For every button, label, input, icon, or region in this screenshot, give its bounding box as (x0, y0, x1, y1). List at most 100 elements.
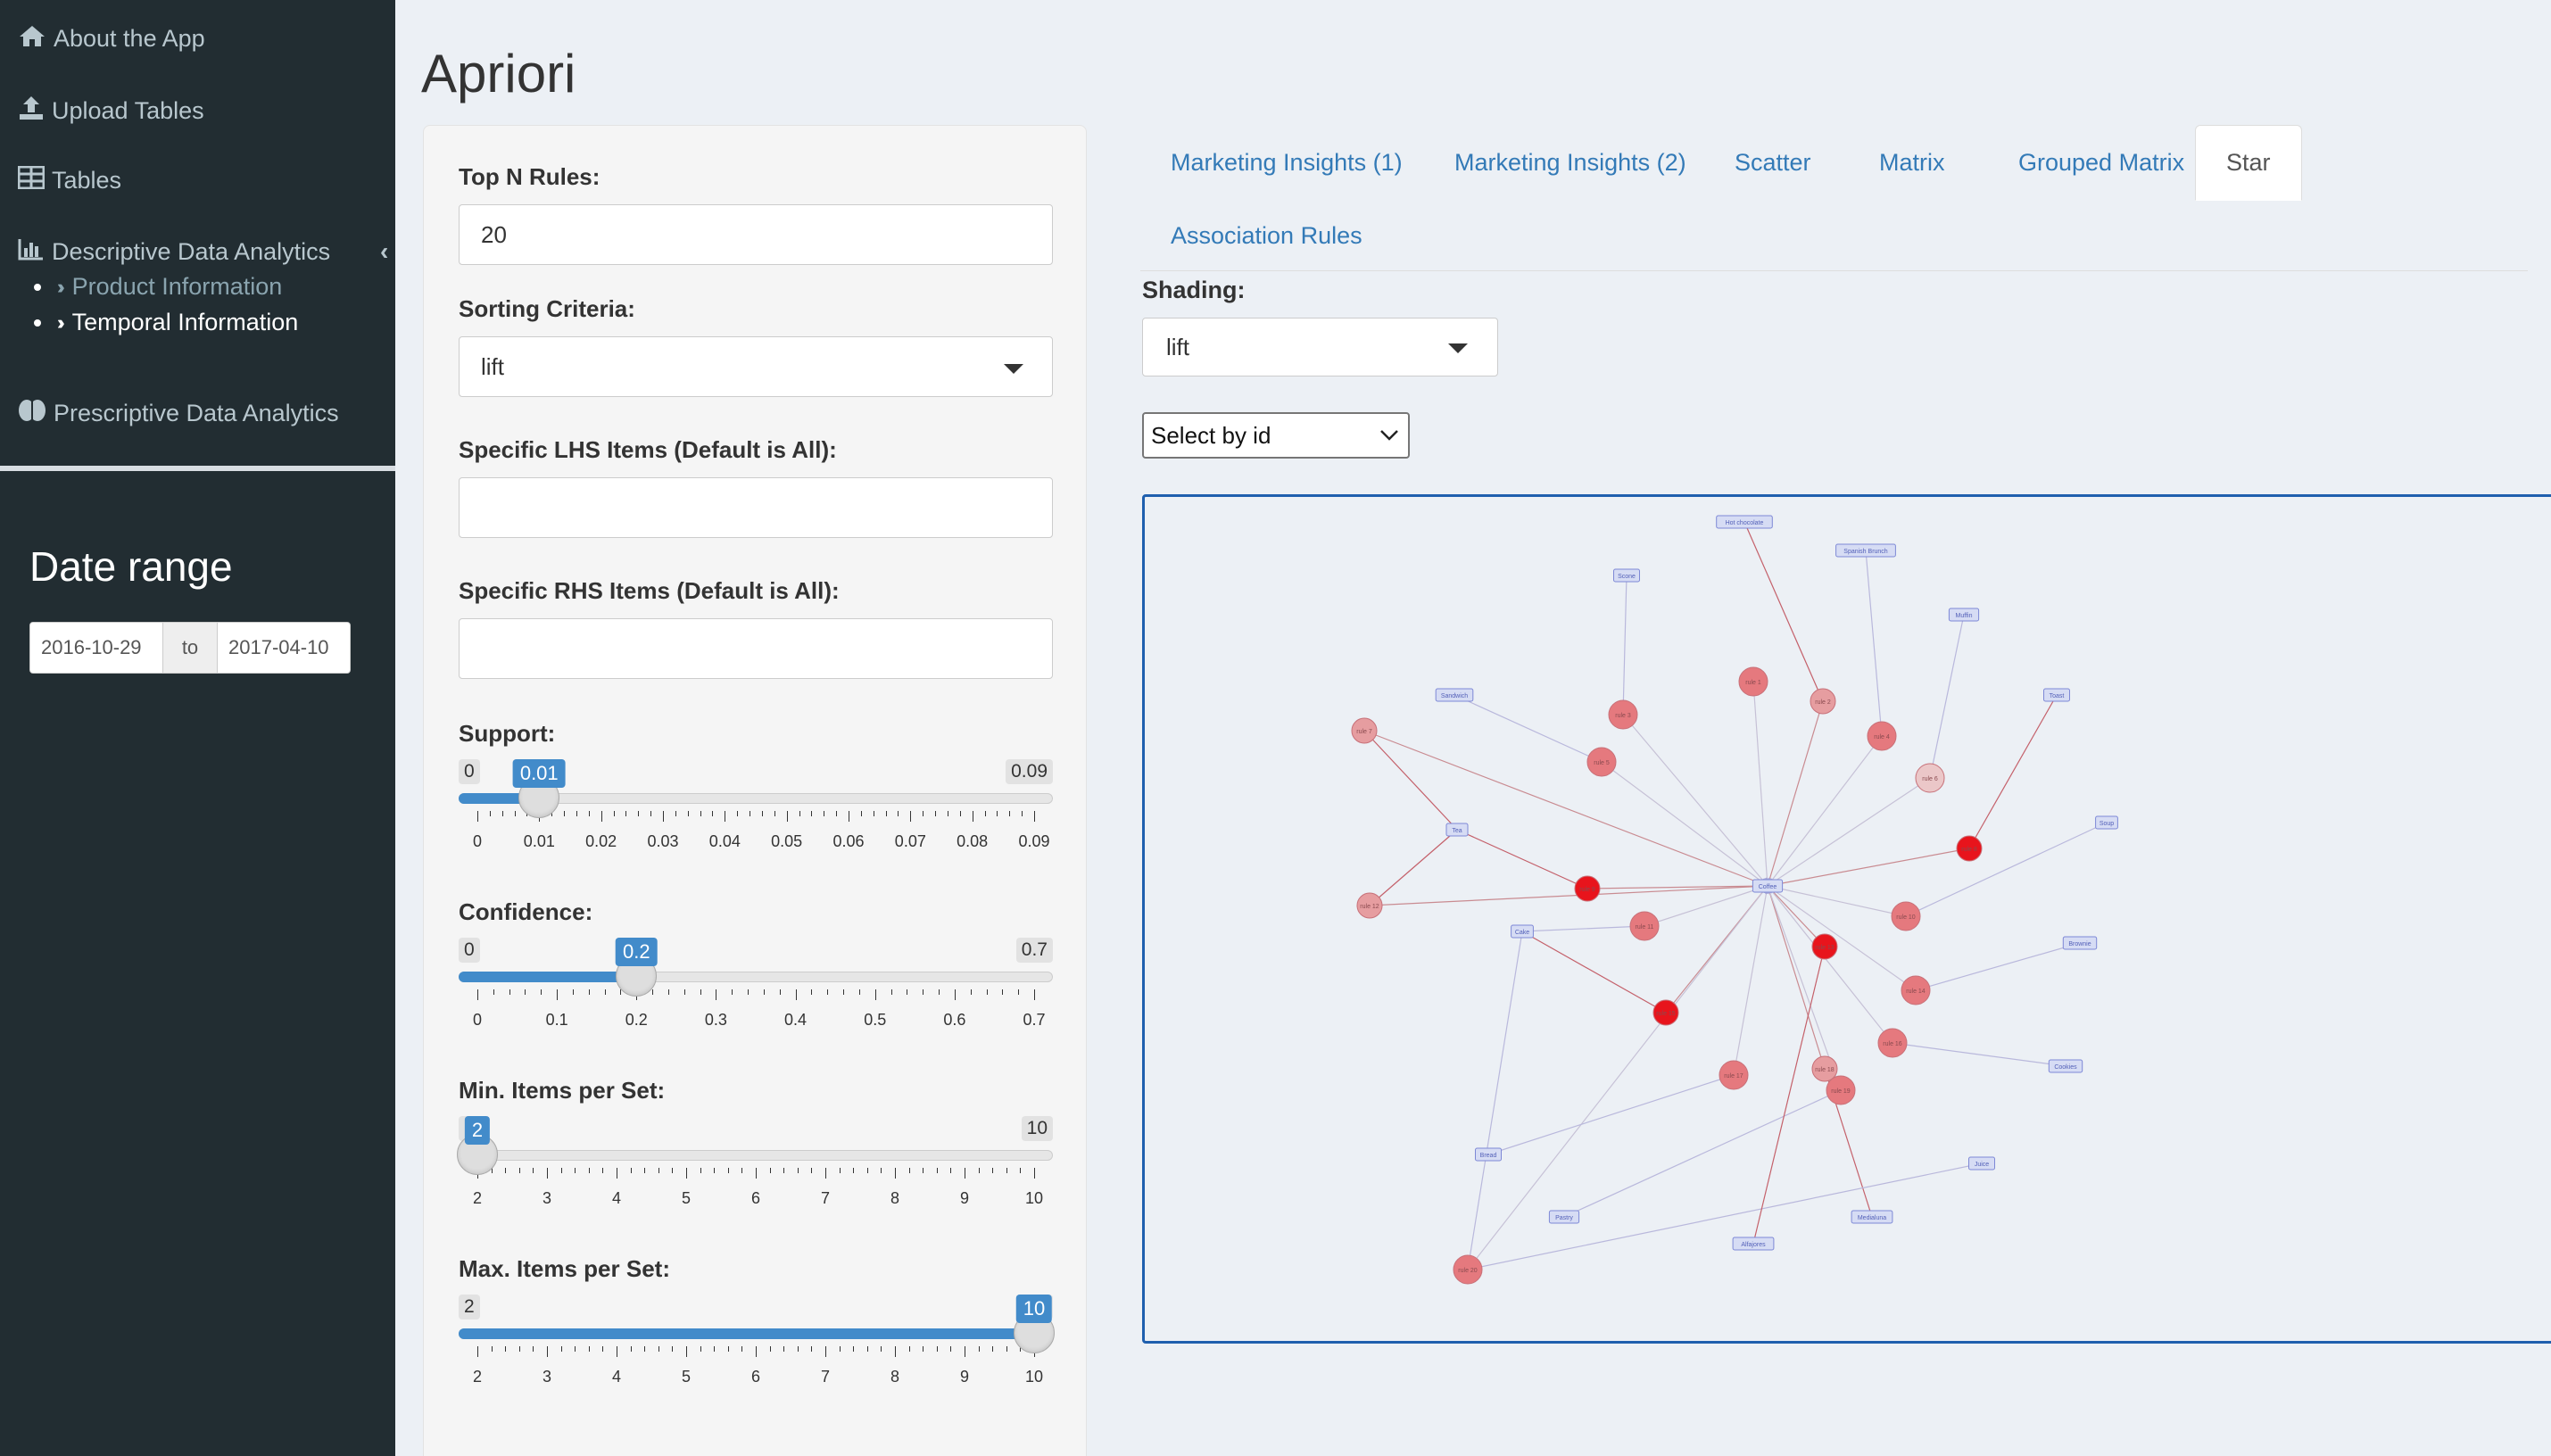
slider-minor-tick (1020, 1168, 1022, 1173)
slider-tick (825, 1346, 826, 1357)
slider-minor-tick (860, 811, 862, 816)
graph-edge[interactable] (1767, 735, 1883, 887)
sidebar-item-prescriptive[interactable]: Prescriptive Data Analytics (18, 398, 339, 429)
network-graph[interactable]: rule 1 rule 2 rule 3 rule 4 rule 5 rule 6 rule… (1142, 494, 2551, 1344)
sidebar-item-upload[interactable]: Upload Tables (18, 95, 204, 128)
graph-edge[interactable] (1619, 575, 1628, 716)
tab-association-rules[interactable]: Association Rules (1140, 198, 1393, 273)
tab-grouped-matrix[interactable]: Grouped Matrix (1988, 125, 2215, 200)
sidebar-subitem-product[interactable]: ›› Product Information (34, 273, 282, 301)
slider-minor-tick (672, 1168, 674, 1173)
graph-edge[interactable] (1865, 550, 1886, 738)
slider-minor-tick (866, 1168, 868, 1173)
slider-max-label: 0.09 (1006, 759, 1053, 784)
slider-minor-tick (811, 1168, 813, 1173)
slider-tick-label: 0.04 (708, 832, 741, 850)
slider-minor-tick (992, 1346, 994, 1352)
rule-node-label: rule 13 (1815, 945, 1835, 951)
item-node-label: Juice (1975, 1162, 1989, 1168)
min-items-slider[interactable]: 21023456789102 (457, 1116, 1053, 1241)
rule-node-label: rule 16 (1883, 1041, 1902, 1047)
graph-edge[interactable] (1563, 1089, 1843, 1218)
start-date-input[interactable] (30, 623, 162, 673)
tab-marketing-insights-1[interactable]: Marketing Insights (1) (1140, 125, 1433, 200)
lhs-input[interactable] (459, 477, 1053, 538)
slider-minor-tick (644, 1346, 646, 1352)
slider-track[interactable] (459, 1150, 1053, 1161)
rhs-input[interactable] (459, 618, 1053, 679)
sidebar-item-tables[interactable]: Tables (17, 165, 121, 195)
graph-edge[interactable] (1766, 848, 1970, 889)
graph-edge[interactable] (1454, 694, 1603, 763)
max-items-slider[interactable]: 210234567891010 (459, 1295, 1055, 1419)
slider-minor-tick (541, 989, 543, 995)
bullet-icon (34, 283, 41, 291)
support-slider[interactable]: 0 0.09 0 0.01 0.02 0.03 0.04 0.05 0.06 0.07 0.08 0.… (459, 759, 1053, 884)
slider-tick-label: 0.1 (545, 1011, 568, 1029)
graph-edge[interactable] (1369, 829, 1458, 906)
table-icon (17, 165, 52, 195)
item-node-label: Cake (1515, 930, 1529, 936)
sidebar-item-descriptive[interactable]: Descriptive Data Analytics (18, 237, 330, 267)
graph-edge[interactable] (1765, 700, 1824, 888)
slider-tick-label: 0.09 (1018, 832, 1050, 850)
sidebar-item-about[interactable]: About the App (18, 23, 205, 54)
slider-minor-tick (839, 1346, 841, 1352)
network-graph-canvas[interactable]: rule 1 rule 2 rule 3 rule 4 rule 5 rule 6 rule… (1145, 497, 2551, 1344)
rule-node-label: rule 12 (1360, 904, 1379, 910)
graph-edge[interactable] (1644, 884, 1769, 927)
shading-select[interactable]: lift (1142, 318, 1498, 376)
confidence-slider[interactable]: 0 0.7 0 0.1 0.2 0.3 0.4 0.5 0.6 0.7 0.2 (459, 938, 1053, 1063)
graph-edge[interactable] (1622, 714, 1768, 887)
graph-edge[interactable] (1456, 829, 1589, 889)
graph-edge[interactable] (1927, 614, 1965, 780)
graph-edge[interactable] (1767, 777, 1931, 887)
graph-edge[interactable] (1914, 942, 2081, 993)
tab-scatter[interactable]: Scatter (1704, 125, 1842, 200)
chevron-left-icon[interactable]: ‹ (380, 237, 388, 266)
tab-matrix[interactable]: Matrix (1849, 125, 1975, 200)
slider-minor-tick (1022, 811, 1023, 816)
rule-node-label: rule 20 (1458, 1268, 1478, 1274)
rule-node-label: rule 9 (1579, 887, 1595, 893)
graph-edge[interactable] (1521, 931, 1668, 1013)
slider-minor-tick (997, 811, 998, 816)
slider-tick-label: 10 (1024, 1368, 1044, 1386)
graph-edge[interactable] (1904, 822, 2108, 917)
graph-edge[interactable] (1464, 931, 1523, 1271)
top-n-input[interactable] (459, 204, 1053, 265)
graph-edge[interactable] (1521, 922, 1646, 932)
slider-minor-tick (898, 811, 899, 816)
slider-minor-tick (992, 1168, 994, 1173)
graph-edge[interactable] (1891, 1039, 2066, 1067)
graph-edge[interactable] (1752, 945, 1827, 1245)
slider-tick-label: 3 (542, 1189, 552, 1207)
graph-edge[interactable] (1601, 761, 1768, 887)
graph-edge[interactable] (1765, 884, 1826, 1070)
end-date-input[interactable] (218, 623, 350, 673)
slider-minor-tick (575, 1168, 576, 1173)
slider-minor-tick (769, 1346, 771, 1352)
graph-edge[interactable] (1363, 730, 1769, 888)
graph-edge[interactable] (1466, 1162, 1983, 1273)
date-range-input: to (29, 622, 351, 674)
graph-edge[interactable] (1733, 884, 1771, 1076)
sidebar-subitem-label: Temporal Information (71, 309, 299, 335)
slider-minor-tick (797, 1346, 799, 1352)
tab-star[interactable]: Star (2195, 125, 2302, 201)
tab-marketing-insights-2[interactable]: Marketing Insights (2) (1424, 125, 1717, 200)
graph-edge[interactable] (1363, 730, 1458, 831)
slider-minor-tick (769, 1168, 771, 1173)
confidence-label: Confidence: (459, 898, 593, 925)
sorting-select[interactable]: lift (459, 336, 1053, 397)
graph-edge[interactable] (1752, 681, 1772, 888)
page-title: Apriori (421, 44, 576, 103)
select-by-id-dropdown[interactable]: Select by id (1142, 412, 1410, 459)
slider-tick-label: 0 (472, 1011, 483, 1029)
sidebar-subitem-temporal[interactable]: ›› Temporal Information (34, 309, 298, 336)
slider-minor-tick (779, 989, 781, 995)
graph-edge[interactable] (1369, 881, 1769, 906)
slider-minor-tick (827, 989, 829, 995)
graph-edge[interactable] (1767, 885, 1917, 991)
graph-edge[interactable] (1968, 694, 2058, 850)
